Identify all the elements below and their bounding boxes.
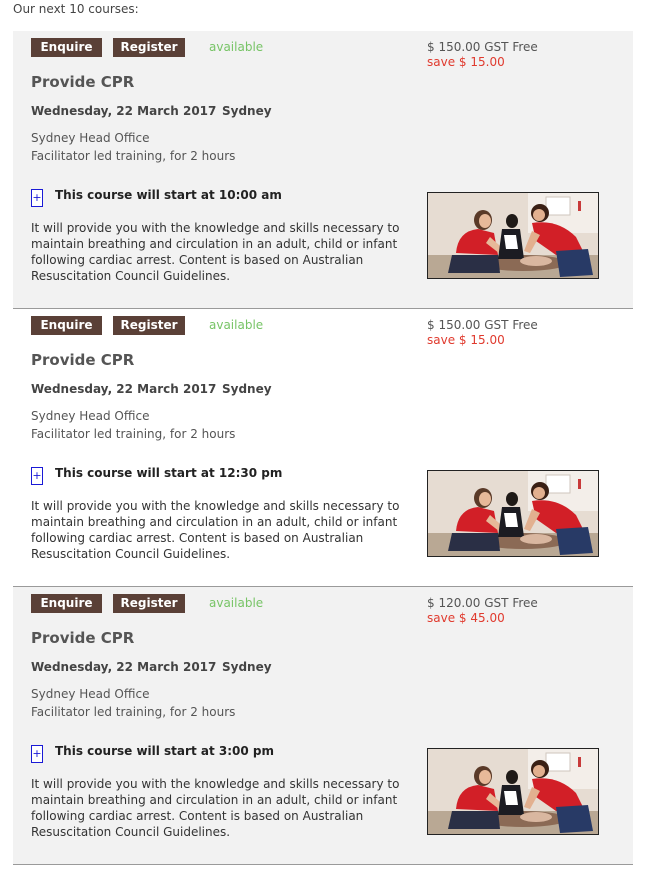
expand-toggle-plus-icon[interactable]: +: [31, 467, 43, 485]
expand-toggle-plus-icon[interactable]: +: [31, 189, 43, 207]
course-date: Wednesday, 22 March 2017: [31, 382, 217, 396]
course-description: It will provide you with the knowledge a…: [31, 499, 400, 561]
course-start-time: This course will start at 12:30 pm: [55, 466, 283, 480]
enquire-button[interactable]: Enquire: [31, 38, 102, 57]
cpr-training-photo: [427, 192, 599, 279]
course-venue: Sydney Head Office: [31, 409, 150, 423]
cpr-training-photo: [427, 470, 599, 557]
course-price: $ 150.00 GST Free: [427, 318, 538, 332]
course-price: $ 150.00 GST Free: [427, 40, 538, 54]
course-city: Sydney: [222, 660, 272, 674]
course-title: Provide CPR: [31, 629, 135, 647]
enquire-button[interactable]: Enquire: [31, 594, 102, 613]
course-date: Wednesday, 22 March 2017: [31, 104, 217, 118]
course-city: Sydney: [222, 382, 272, 396]
register-button[interactable]: Register: [113, 594, 185, 613]
course-title: Provide CPR: [31, 351, 135, 369]
cpr-training-photo: [427, 748, 599, 835]
enquire-button[interactable]: Enquire: [31, 316, 102, 335]
course-delivery-mode: Facilitator led training, for 2 hours: [31, 427, 236, 441]
availability-status: available: [209, 318, 264, 332]
course-title: Provide CPR: [31, 73, 135, 91]
course-saving: save $ 15.00: [427, 333, 505, 347]
course-delivery-mode: Facilitator led training, for 2 hours: [31, 705, 236, 719]
course-card: Enquire Register available $ 120.00 GST …: [13, 587, 633, 865]
course-saving: save $ 45.00: [427, 611, 505, 625]
course-card: Enquire Register available $ 150.00 GST …: [13, 309, 633, 587]
expand-toggle-plus-icon[interactable]: +: [31, 745, 43, 763]
course-description: It will provide you with the knowledge a…: [31, 777, 400, 839]
course-saving: save $ 15.00: [427, 55, 505, 69]
register-button[interactable]: Register: [113, 38, 185, 57]
course-start-time: This course will start at 10:00 am: [55, 188, 282, 202]
course-delivery-mode: Facilitator led training, for 2 hours: [31, 149, 236, 163]
register-button[interactable]: Register: [113, 316, 185, 335]
course-price: $ 120.00 GST Free: [427, 596, 538, 610]
course-card: Enquire Register available $ 150.00 GST …: [13, 31, 633, 309]
courses-intro: Our next 10 courses:: [13, 2, 139, 16]
availability-status: available: [209, 596, 264, 610]
course-start-time: This course will start at 3:00 pm: [55, 744, 274, 758]
course-description: It will provide you with the knowledge a…: [31, 221, 400, 283]
course-city: Sydney: [222, 104, 272, 118]
course-venue: Sydney Head Office: [31, 687, 150, 701]
course-venue: Sydney Head Office: [31, 131, 150, 145]
availability-status: available: [209, 40, 264, 54]
course-date: Wednesday, 22 March 2017: [31, 660, 217, 674]
